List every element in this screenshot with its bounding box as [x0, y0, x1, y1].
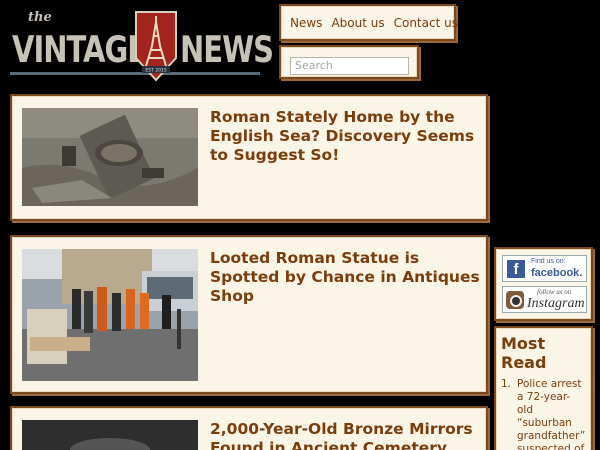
most-read-title: Most Read [501, 334, 547, 372]
instagram-label: Instagram [527, 296, 585, 311]
nav-item-about-us[interactable]: About us [331, 16, 384, 30]
most-read-panel: Most Read 1. Police arrest a 72-year-old… [494, 326, 593, 450]
article-thumbnail-street-scene[interactable] [22, 249, 198, 381]
search-input[interactable] [290, 56, 409, 75]
list-item-number: 1. [501, 378, 512, 390]
most-read-list: 1. Police arrest a 72-year-old “suburban… [501, 378, 586, 450]
logo-news-text: NEWS [180, 28, 274, 71]
facebook-icon: f [507, 260, 525, 278]
facebook-small-text: Find us on: [531, 258, 566, 265]
article-thumbnail-excavation[interactable] [22, 108, 198, 206]
logo-vintage-text: VINTAGE [12, 28, 147, 71]
list-item-text[interactable]: Police arrest a 72-year-old “suburban gr… [517, 378, 585, 450]
article-card[interactable]: 2,000-Year-Old Bronze Mirrors Found in A… [10, 406, 488, 450]
article-title[interactable]: Roman Stately Home by the English Sea? D… [210, 108, 480, 165]
facebook-label: facebook. [531, 267, 583, 279]
search-box [279, 45, 419, 79]
logo-the-text: the [28, 10, 52, 25]
article-title[interactable]: Looted Roman Statue is Spotted by Chance… [210, 249, 480, 306]
logo-badge-text: EST 2015 [145, 68, 166, 74]
instagram-link[interactable]: follow us on Instagram [502, 286, 587, 313]
nav-item-news[interactable]: News [290, 16, 322, 30]
article-thumbnail-bronze-mirror[interactable] [22, 420, 198, 450]
facebook-link[interactable]: f Find us on: facebook. [502, 255, 587, 282]
article-title[interactable]: 2,000-Year-Old Bronze Mirrors Found in A… [210, 420, 480, 450]
article-card[interactable]: Looted Roman Statue is Spotted by Chance… [10, 235, 488, 394]
eiffel-tower-badge-icon: EST 2015 [135, 11, 177, 82]
site-logo[interactable]: the VINTAGE NEWS EST 2015 [10, 6, 274, 86]
instagram-small-text: follow us on [537, 288, 572, 296]
instagram-camera-icon [506, 291, 524, 309]
social-links-panel: f Find us on: facebook. follow us on Ins… [494, 247, 593, 321]
top-navigation: News About us Contact us [279, 4, 458, 41]
list-item[interactable]: 1. Police arrest a 72-year-old “suburban… [501, 378, 586, 450]
nav-item-contact-us[interactable]: Contact us [394, 16, 458, 30]
article-card[interactable]: Roman Stately Home by the English Sea? D… [10, 94, 488, 221]
